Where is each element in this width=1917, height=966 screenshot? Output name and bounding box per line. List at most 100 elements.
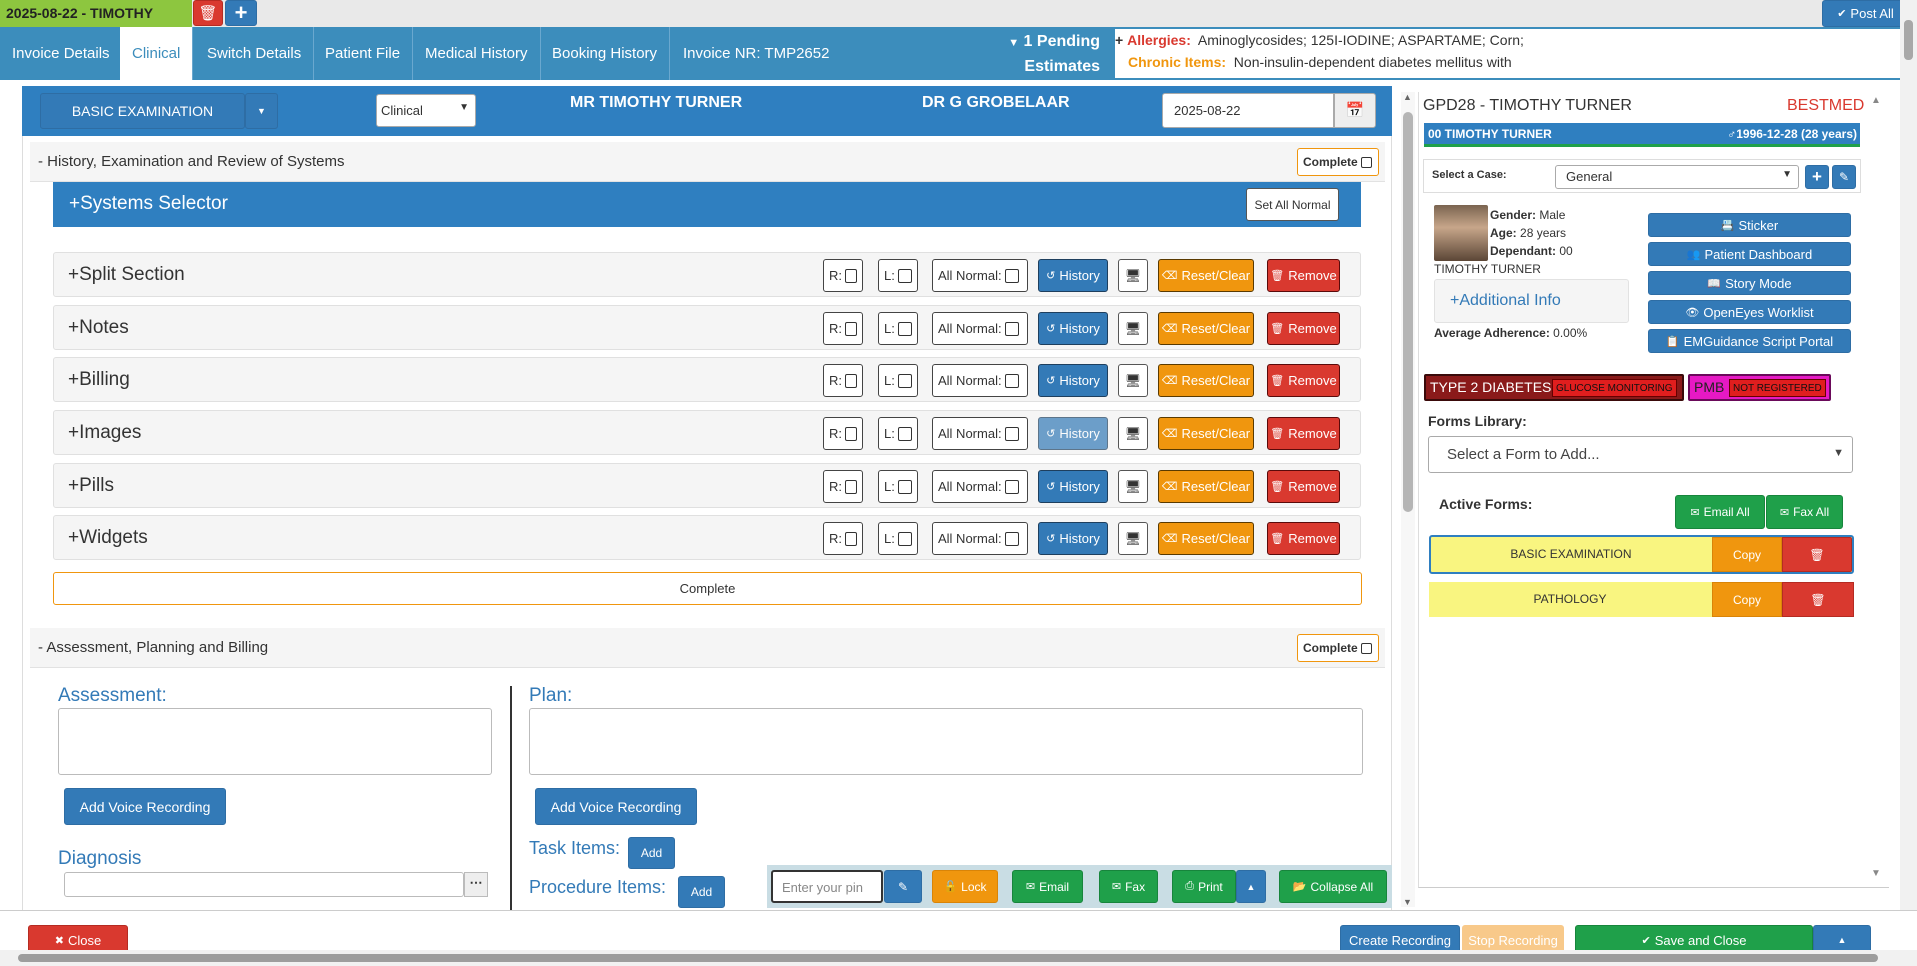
date-field[interactable]: 2025-08-22 xyxy=(1162,93,1334,128)
history-section-header[interactable]: - History, Examination and Review of Sys… xyxy=(30,142,1385,182)
remove-button[interactable]: 🗑 Remove xyxy=(1267,312,1340,345)
system-row[interactable]: +Widgets R: L: All Normal: ↺ History 🖥 ⌫ Reset/C… xyxy=(53,515,1361,560)
print-dropdown-button[interactable]: ▲ xyxy=(1236,870,1266,903)
system-row[interactable]: +Notes R: L: All Normal: ↺ History 🖥 ⌫ Reset/Cle… xyxy=(53,305,1361,350)
assessment-voice-button[interactable]: Add Voice Recording xyxy=(64,788,226,825)
add-case-button[interactable]: + xyxy=(1805,165,1829,189)
plan-textarea[interactable] xyxy=(529,708,1363,775)
remove-button[interactable]: 🗑 Remove xyxy=(1267,522,1340,555)
panel-scroll-up[interactable]: ▲ xyxy=(1871,95,1881,106)
form-scrollbar[interactable]: ▲ ▼ xyxy=(1401,92,1415,907)
display-button[interactable]: 🖥 xyxy=(1118,522,1148,555)
history-complete-toggle[interactable]: Complete xyxy=(1297,148,1379,176)
patient-dashboard-button[interactable]: 👥 Patient Dashboard xyxy=(1648,242,1851,266)
right-checkbox[interactable]: R: xyxy=(823,470,863,503)
tab-switch-details[interactable]: Switch Details xyxy=(195,27,315,80)
panel-scroll-down[interactable]: ▼ xyxy=(1871,868,1881,879)
email-all-button[interactable]: ✉ Email All xyxy=(1675,495,1765,529)
all-normal-checkbox[interactable]: All Normal: xyxy=(932,259,1028,292)
complete-checkbox[interactable] xyxy=(1361,157,1373,169)
tab-invoice-details[interactable]: Invoice Details xyxy=(0,27,123,80)
all-normal-checkbox[interactable]: All Normal: xyxy=(932,522,1028,555)
collapse-all-button[interactable]: 📂 Collapse All xyxy=(1279,870,1387,903)
assessment-complete-toggle[interactable]: Complete xyxy=(1297,634,1379,662)
add-task-button[interactable]: Add xyxy=(628,837,675,869)
system-row-title[interactable]: +Pills xyxy=(68,464,114,507)
reset-clear-button[interactable]: ⌫ Reset/Clear xyxy=(1158,364,1254,397)
display-button[interactable]: 🖥 xyxy=(1118,259,1148,292)
left-checkbox[interactable]: L: xyxy=(878,364,918,397)
history-button[interactable]: ↺ History xyxy=(1038,259,1108,292)
right-checkbox[interactable]: R: xyxy=(823,417,863,450)
remove-button[interactable]: 🗑 Remove xyxy=(1267,417,1340,450)
system-row-title[interactable]: +Images xyxy=(68,411,141,454)
remove-button[interactable]: 🗑 Remove xyxy=(1267,470,1340,503)
system-row[interactable]: +Split Section R: L: All Normal: ↺ History 🖥 ⌫ R… xyxy=(53,252,1361,297)
system-row[interactable]: +Images R: L: All Normal: ↺ History 🖥 ⌫ Reset/Cl… xyxy=(53,410,1361,455)
fax-button[interactable]: ✉ Fax xyxy=(1099,870,1158,903)
left-checkbox[interactable]: L: xyxy=(878,259,918,292)
right-checkbox[interactable]: R: xyxy=(823,522,863,555)
form-dropdown-button[interactable]: ▼ xyxy=(245,93,278,129)
delete-session-button[interactable]: 🗑 xyxy=(193,0,223,26)
all-normal-checkbox[interactable]: All Normal: xyxy=(932,417,1028,450)
fax-all-button[interactable]: ✉ Fax All xyxy=(1766,495,1843,529)
active-form-row[interactable]: PATHOLOGY Copy 🗑 xyxy=(1429,582,1854,617)
history-button[interactable]: ↺ History xyxy=(1038,470,1108,503)
display-button[interactable]: 🖥 xyxy=(1118,470,1148,503)
tab-patient-file[interactable]: Patient File xyxy=(313,27,414,80)
reset-clear-button[interactable]: ⌫ Reset/Clear xyxy=(1158,522,1254,555)
pin-input[interactable]: Enter your pin xyxy=(771,870,883,903)
calendar-button[interactable]: 📅 xyxy=(1334,93,1376,128)
set-all-normal-button[interactable]: Set All Normal xyxy=(1246,188,1339,221)
history-complete-button[interactable]: Complete xyxy=(53,572,1362,605)
systems-selector[interactable]: +Systems Selector Set All Normal xyxy=(53,182,1361,227)
reset-clear-button[interactable]: ⌫ Reset/Clear xyxy=(1158,417,1254,450)
session-tab[interactable]: 2025-08-22 - TIMOTHY xyxy=(0,0,192,27)
all-normal-checkbox[interactable]: All Normal: xyxy=(932,364,1028,397)
active-form-row[interactable]: BASIC EXAMINATION Copy 🗑 xyxy=(1429,535,1854,574)
system-row-title[interactable]: +Billing xyxy=(68,358,130,401)
system-row-title[interactable]: +Notes xyxy=(68,306,129,349)
remove-button[interactable]: 🗑 Remove xyxy=(1267,364,1340,397)
diagnosis-input[interactable] xyxy=(64,872,464,897)
emguidance-button[interactable]: 📋 EMGuidance Script Portal xyxy=(1648,329,1851,353)
edit-case-button[interactable]: ✎ xyxy=(1832,165,1856,189)
left-checkbox[interactable]: L: xyxy=(878,312,918,345)
system-row-title[interactable]: +Split Section xyxy=(68,253,185,296)
history-button[interactable]: ↺ History xyxy=(1038,522,1108,555)
additional-info-toggle[interactable]: +Additional Info xyxy=(1434,279,1629,323)
tab-clinical[interactable]: Clinical xyxy=(120,27,194,80)
diagnosis-more-button[interactable]: ⋯ xyxy=(464,872,488,897)
case-select[interactable]: General ▼ xyxy=(1555,165,1799,189)
left-checkbox[interactable]: L: xyxy=(878,417,918,450)
display-button[interactable]: 🖥 xyxy=(1118,417,1148,450)
forms-library-select[interactable]: Select a Form to Add... ▼ xyxy=(1428,436,1853,473)
reset-clear-button[interactable]: ⌫ Reset/Clear xyxy=(1158,259,1254,292)
email-button[interactable]: ✉ Email xyxy=(1012,870,1083,903)
reset-clear-button[interactable]: ⌫ Reset/Clear xyxy=(1158,470,1254,503)
delete-form-button[interactable]: 🗑 xyxy=(1782,582,1854,617)
assessment-section-header[interactable]: - Assessment, Planning and Billing Compl… xyxy=(30,628,1385,668)
right-checkbox[interactable]: R: xyxy=(823,364,863,397)
system-row-title[interactable]: +Widgets xyxy=(68,516,148,559)
openeyes-worklist-button[interactable]: 👁 OpenEyes Worklist xyxy=(1648,300,1851,324)
copy-form-button[interactable]: Copy xyxy=(1712,582,1782,617)
page-scrollbar[interactable] xyxy=(1900,0,1917,930)
plan-voice-button[interactable]: Add Voice Recording xyxy=(535,788,697,825)
right-checkbox[interactable]: R: xyxy=(823,312,863,345)
system-row[interactable]: +Pills R: L: All Normal: ↺ History 🖥 ⌫ Reset/Cle… xyxy=(53,463,1361,508)
add-session-button[interactable]: + xyxy=(225,0,257,26)
display-button[interactable]: 🖥 xyxy=(1118,364,1148,397)
all-normal-checkbox[interactable]: All Normal: xyxy=(932,312,1028,345)
sticker-button[interactable]: 📇 Sticker xyxy=(1648,213,1851,237)
all-normal-checkbox[interactable]: All Normal: xyxy=(932,470,1028,503)
story-mode-button[interactable]: 📖 Story Mode xyxy=(1648,271,1851,295)
post-all-button[interactable]: ✔ Post All xyxy=(1822,0,1909,27)
reset-clear-button[interactable]: ⌫ Reset/Clear xyxy=(1158,312,1254,345)
pending-estimates[interactable]: ▼ 1 Pending Estimates xyxy=(1000,30,1100,79)
left-checkbox[interactable]: L: xyxy=(878,522,918,555)
assessment-textarea[interactable] xyxy=(58,708,492,775)
left-checkbox[interactable]: L: xyxy=(878,470,918,503)
sign-pen-button[interactable]: ✎ xyxy=(884,870,922,903)
